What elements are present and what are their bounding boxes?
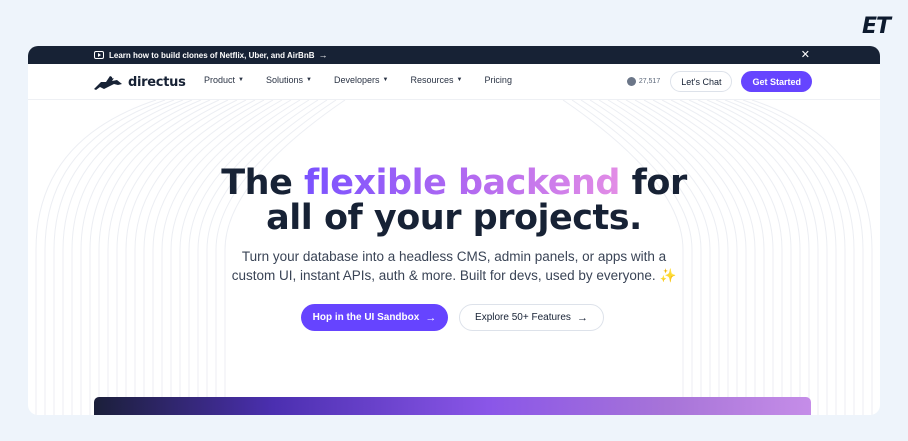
main-menu: Product ▼ Solutions ▼ Developers ▼ Resou…	[204, 75, 534, 85]
menu-item-product[interactable]: Product ▼	[204, 75, 244, 85]
menu-label: Product	[204, 75, 236, 85]
rabbit-logo-icon	[94, 76, 122, 90]
explore-features-button[interactable]: Explore 50+ Features →	[459, 304, 604, 331]
ui-sandbox-button[interactable]: Hop in the UI Sandbox →	[301, 304, 448, 331]
github-icon	[626, 77, 636, 86]
chevron-down-icon: ▼	[382, 77, 389, 83]
get-started-button[interactable]: Get Started	[741, 71, 812, 92]
menu-label: Developers	[333, 75, 380, 85]
hero-headline-line2: all of your projects.	[266, 198, 642, 238]
cta-label: Explore 50+ Features	[475, 312, 571, 323]
announcement-text[interactable]: Learn how to build clones of Netflix, Ub…	[109, 51, 315, 60]
browser-frame: Learn how to build clones of Netflix, Ub…	[28, 46, 880, 415]
sparkle-icon: ✨	[659, 268, 677, 283]
arrow-right-icon: →	[318, 50, 328, 60]
product-preview-banner	[94, 397, 811, 415]
headline-highlight: flexible backend	[304, 163, 620, 203]
hero-subtitle-line1: Turn your database into a headless CMS, …	[241, 249, 667, 264]
github-stars-link[interactable]: 27,517	[626, 77, 661, 86]
github-stars-count: 27,517	[638, 78, 661, 85]
chevron-down-icon: ▼	[456, 77, 463, 83]
brand-name: directus	[128, 74, 186, 90]
menu-item-solutions[interactable]: Solutions ▼	[266, 75, 312, 85]
menu-label: Resources	[410, 75, 454, 85]
menu-item-resources[interactable]: Resources ▼	[410, 75, 462, 85]
chevron-down-icon: ▼	[306, 77, 312, 83]
menu-label: Solutions	[265, 75, 304, 85]
headline-post: for	[631, 163, 688, 203]
hero-section: The flexible backend for all of your pro…	[28, 100, 880, 415]
menu-label: Pricing	[484, 75, 512, 85]
nav-actions: 27,517 Let's Chat Get Started	[626, 71, 812, 92]
menu-item-developers[interactable]: Developers ▼	[334, 75, 388, 85]
lets-chat-button[interactable]: Let's Chat	[670, 71, 733, 92]
hero-subtitle-line2: custom UI, instant APIs, auth & more. Bu…	[28, 268, 880, 284]
menu-item-pricing[interactable]: Pricing	[484, 75, 512, 85]
headline-pre: The	[221, 163, 293, 203]
video-icon	[94, 51, 104, 59]
cta-label: Hop in the UI Sandbox	[312, 312, 420, 323]
announcement-bar[interactable]: Learn how to build clones of Netflix, Ub…	[28, 46, 880, 64]
chevron-down-icon: ▼	[238, 77, 244, 83]
corner-logo: ET	[861, 14, 891, 39]
subtitle-text: custom UI, instant APIs, auth & more. Bu…	[231, 268, 656, 283]
close-icon[interactable]: ✕	[801, 48, 810, 61]
top-nav: directus Product ▼ Solutions ▼ Developer…	[28, 64, 880, 100]
hero-headline: The flexible backend for	[28, 163, 880, 203]
brand-logo[interactable]: directus	[92, 72, 186, 92]
arrow-right-icon: →	[425, 311, 437, 324]
arrow-right-icon: →	[576, 311, 588, 324]
